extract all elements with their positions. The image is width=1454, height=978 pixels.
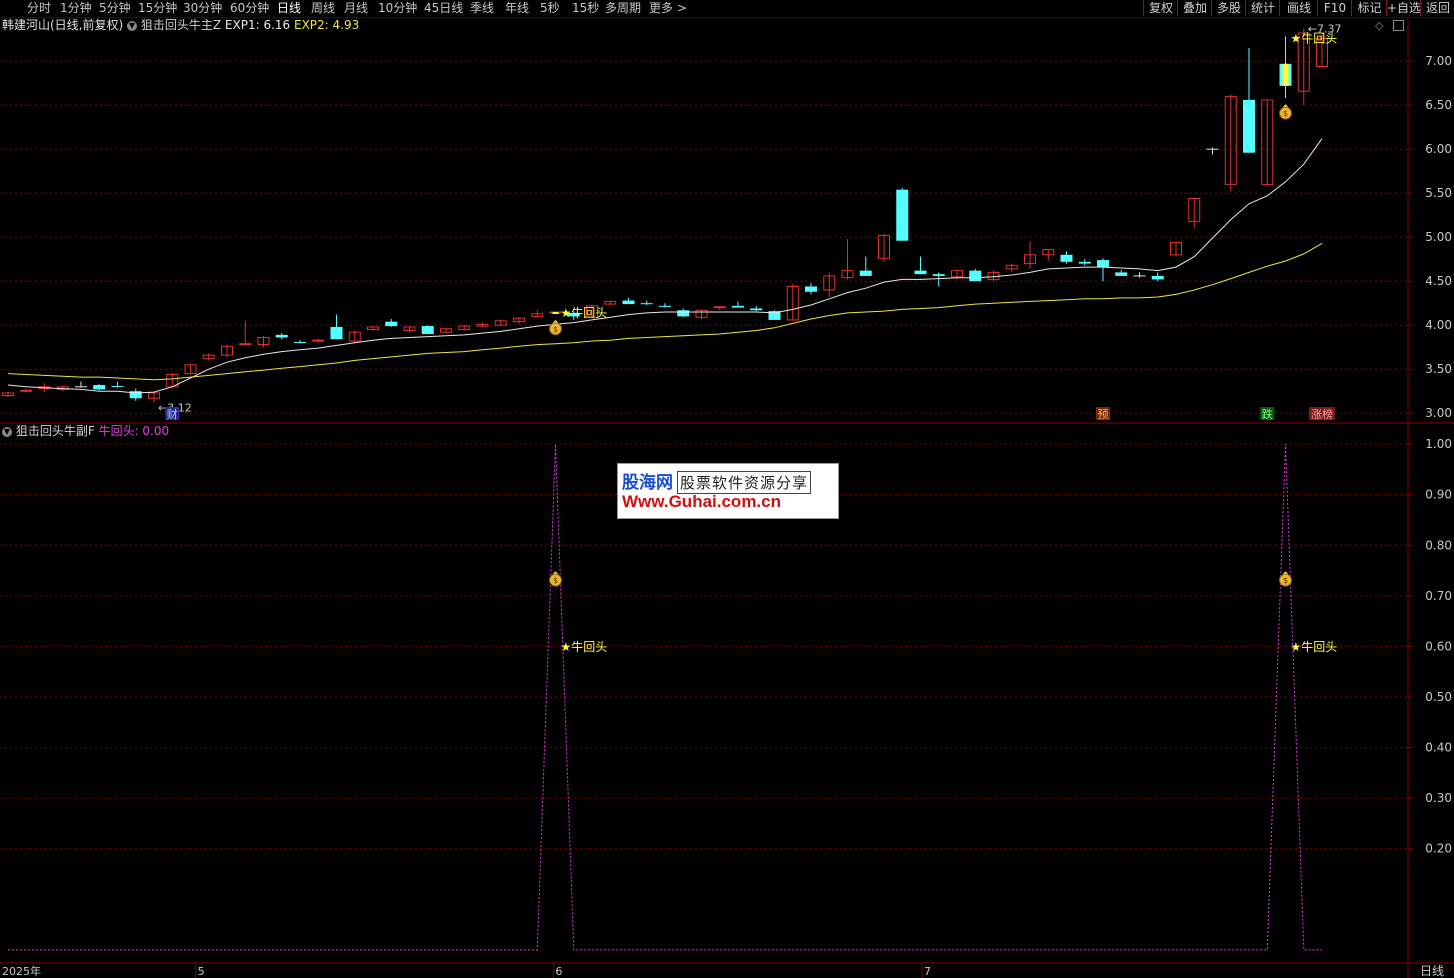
watermark-url: Www.Guhai.com.cn [622, 492, 781, 511]
high-price-label: ←7.37 [1308, 23, 1342, 36]
main-tick-label: 5.50 [1425, 186, 1452, 200]
candle-body [932, 274, 945, 276]
candle-body [20, 389, 33, 392]
main-tick-label: 6.00 [1425, 142, 1452, 156]
event-marker: 预 [1098, 408, 1109, 421]
bag-neck [1282, 104, 1289, 108]
candle-body [750, 308, 763, 311]
sub-tick-label: 0.80 [1425, 538, 1452, 552]
sub-tick-label: 0.50 [1425, 690, 1452, 704]
sub-tick-label: 0.70 [1425, 589, 1452, 603]
signal-label: ★牛回头 [561, 305, 608, 320]
sub-tick-label: 0.60 [1425, 639, 1452, 653]
main-tick-label: 6.50 [1425, 98, 1452, 112]
candle-body [1115, 272, 1128, 276]
signal-candle-highlight [1282, 63, 1289, 86]
candle-body [713, 306, 726, 309]
candle-body [1078, 261, 1091, 264]
candle-body [732, 305, 744, 308]
signal-label: ★牛回头 [561, 639, 608, 654]
candle-body [896, 189, 909, 241]
watermark-logo: 股海网 [622, 473, 673, 493]
bag-symbol: $ [1283, 576, 1288, 585]
candle-body [914, 270, 927, 275]
sub-tick-label: 1.00 [1425, 437, 1452, 451]
event-marker: 财 [167, 407, 178, 421]
candle-body [1060, 254, 1073, 262]
sub-tick-label: 0.30 [1425, 791, 1452, 805]
candle-body [677, 310, 690, 317]
candle-body [312, 339, 325, 342]
candle-body [859, 270, 872, 276]
candle-body [622, 300, 635, 305]
time-label: 6 [555, 965, 562, 978]
candle-body [805, 286, 817, 292]
candle-body [330, 326, 343, 340]
period-label: 日线 [1420, 964, 1444, 978]
candle-body [239, 343, 252, 346]
bag-symbol: $ [553, 325, 558, 334]
bag-symbol: $ [1283, 109, 1288, 118]
candle-body [275, 334, 288, 338]
signal-candle-highlight [552, 312, 559, 314]
candle-body [1243, 99, 1255, 153]
candle-body [1097, 260, 1109, 268]
main-tick-label: 7.00 [1425, 54, 1452, 68]
time-label: 5 [198, 965, 205, 978]
money-bag-icon: $ [549, 319, 562, 336]
candle-body [421, 326, 434, 334]
main-tick-label: 4.50 [1425, 274, 1452, 288]
candle-body [659, 305, 671, 307]
time-label: 2025年 [2, 964, 41, 978]
sub-tick-label: 0.40 [1425, 741, 1452, 755]
bag-neck [552, 319, 559, 323]
candle-body [294, 341, 306, 343]
main-tick-label: 4.00 [1425, 318, 1452, 332]
candle-body [1151, 275, 1164, 280]
bag-neck [1282, 571, 1289, 575]
candle-body [385, 321, 398, 327]
main-tick-label: 5.00 [1425, 230, 1452, 244]
event-marker: 跌 [1262, 407, 1273, 421]
time-label: 7 [924, 965, 931, 978]
watermark: 股海网 股票软件资源分享 Www.Guhai.com.cn [617, 463, 839, 519]
sub-tick-label: 0.90 [1425, 488, 1452, 502]
main-tick-label: 3.50 [1425, 362, 1452, 376]
candle-body [969, 270, 982, 282]
signal-label: ★牛回头 [1291, 639, 1338, 654]
watermark-tagline: 股票软件资源分享 [677, 471, 812, 494]
candle-body [93, 385, 106, 390]
bag-neck [552, 571, 559, 575]
money-bag-icon: $ [1279, 571, 1292, 587]
main-tick-label: 3.00 [1425, 406, 1452, 420]
event-marker: 涨榜 [1311, 407, 1333, 421]
bag-symbol: $ [553, 576, 558, 585]
candle-body [640, 303, 653, 305]
candle-body [111, 385, 124, 387]
money-bag-icon: $ [1279, 104, 1292, 120]
sub-tick-label: 0.20 [1425, 842, 1452, 856]
